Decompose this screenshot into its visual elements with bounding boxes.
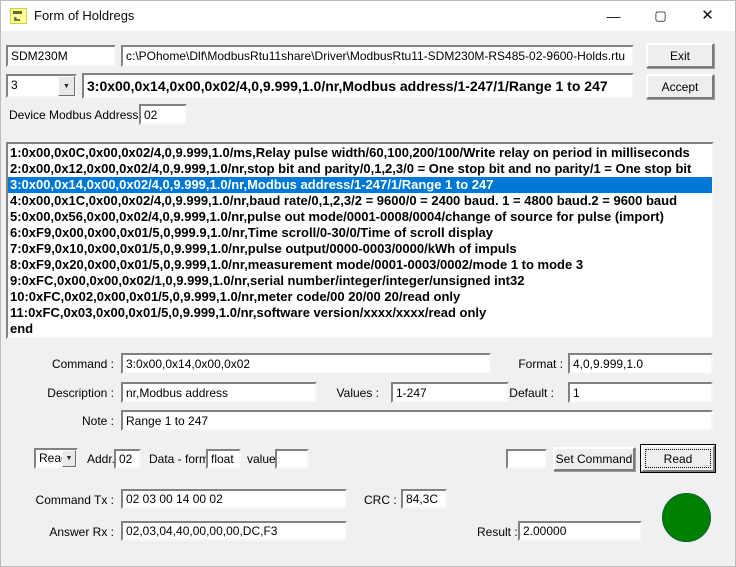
aux-value-input[interactable]: [506, 449, 547, 469]
register-list-item[interactable]: end: [8, 321, 712, 337]
exit-button[interactable]: Exit: [646, 43, 714, 68]
note-input[interactable]: [121, 410, 713, 431]
default-input[interactable]: [568, 382, 713, 403]
chevron-down-icon[interactable]: ▼: [58, 76, 75, 96]
result-input[interactable]: [518, 521, 642, 541]
device-address-label: Device Modbus Address :: [9, 108, 146, 122]
default-label: Default :: [509, 386, 554, 400]
maximize-button[interactable]: ▢: [637, 1, 684, 31]
device-address-input[interactable]: [139, 104, 187, 125]
crc-label: CRC :: [364, 493, 397, 507]
register-list-item[interactable]: 3:0x00,0x14,0x00,0x02/4,0,9.999,1.0/nr,M…: [8, 177, 712, 193]
register-list-item[interactable]: 8:0xF9,0x20,0x00,0x01/5,0,9.999,1.0/nr,m…: [8, 257, 712, 273]
app-icon: [10, 8, 27, 24]
register-selector-value: 3: [11, 78, 18, 92]
crc-input[interactable]: [401, 489, 447, 509]
set-command-button[interactable]: Set Command: [553, 447, 635, 471]
register-list-item[interactable]: 11:0xFC,0x03,0x00,0x01/5,0,9.999,1.0/nr,…: [8, 305, 712, 321]
minimize-button[interactable]: —: [590, 1, 637, 31]
format-input[interactable]: [568, 353, 713, 374]
register-string-input[interactable]: [82, 73, 634, 99]
register-list-item[interactable]: 2:0x00,0x12,0x00,0x02/4,0,9.999,1.0/nr,s…: [8, 161, 712, 177]
note-label: Note :: [81, 414, 114, 428]
values-label: Values :: [336, 386, 379, 400]
register-list-item[interactable]: 7:0xF9,0x10,0x00,0x01/5,0,9.999,1.0/nr,p…: [8, 241, 712, 257]
register-list-item[interactable]: 4:0x00,0x1C,0x00,0x02/4,0,9.999,1.0/nr,b…: [8, 193, 712, 209]
format-label: Format :: [518, 357, 563, 371]
addr-input[interactable]: [114, 449, 141, 469]
app-window: Form of Holdregs — ▢ ✕ Exit 3 ▼ Accept D…: [0, 0, 736, 567]
data-format-input[interactable]: [206, 449, 241, 469]
answer-rx-input[interactable]: [121, 521, 347, 541]
titlebar: Form of Holdregs — ▢ ✕: [1, 1, 735, 31]
register-listbox[interactable]: 1:0x00,0x0C,0x00,0x02/4,0,9.999,1.0/ms,R…: [6, 142, 714, 339]
chevron-down-icon[interactable]: ▼: [62, 450, 76, 467]
description-label: Description :: [47, 386, 114, 400]
accept-button[interactable]: Accept: [646, 74, 714, 99]
values-input[interactable]: [391, 382, 509, 403]
window-title: Form of Holdregs: [34, 8, 135, 23]
mode-select[interactable]: Read ▼: [34, 448, 78, 469]
value-input[interactable]: [275, 449, 309, 469]
file-path-input[interactable]: [121, 45, 634, 67]
register-list-item[interactable]: 1:0x00,0x0C,0x00,0x02/4,0,9.999,1.0/ms,R…: [8, 145, 712, 161]
register-list-item[interactable]: 5:0x00,0x56,0x00,0x02/4,0,9.999,1.0/nr,p…: [8, 209, 712, 225]
command-input[interactable]: [121, 353, 491, 374]
register-selector[interactable]: 3 ▼: [6, 74, 77, 98]
answer-rx-label: Answer Rx :: [49, 525, 114, 539]
description-input[interactable]: [121, 382, 317, 403]
command-tx-label: Command Tx :: [35, 493, 114, 507]
read-button-label: Read: [663, 451, 693, 466]
register-list-item[interactable]: 10:0xFC,0x02,0x00,0x01/5,0,9.999,1.0/nr,…: [8, 289, 712, 305]
command-tx-input[interactable]: [121, 489, 347, 509]
status-indicator: [662, 493, 711, 542]
register-list-item[interactable]: 6:0xF9,0x00,0x00,0x01/5,0,999.9,1.0/nr,T…: [8, 225, 712, 241]
register-list-item[interactable]: 9:0xFC,0x00,0x00,0x02/1,0,9.999,1.0/nr,s…: [8, 273, 712, 289]
command-label: Command :: [51, 357, 114, 371]
read-button[interactable]: Read: [641, 445, 715, 472]
result-label: Result :: [477, 525, 518, 539]
close-button[interactable]: ✕: [684, 1, 731, 31]
device-name-input[interactable]: [6, 45, 116, 67]
